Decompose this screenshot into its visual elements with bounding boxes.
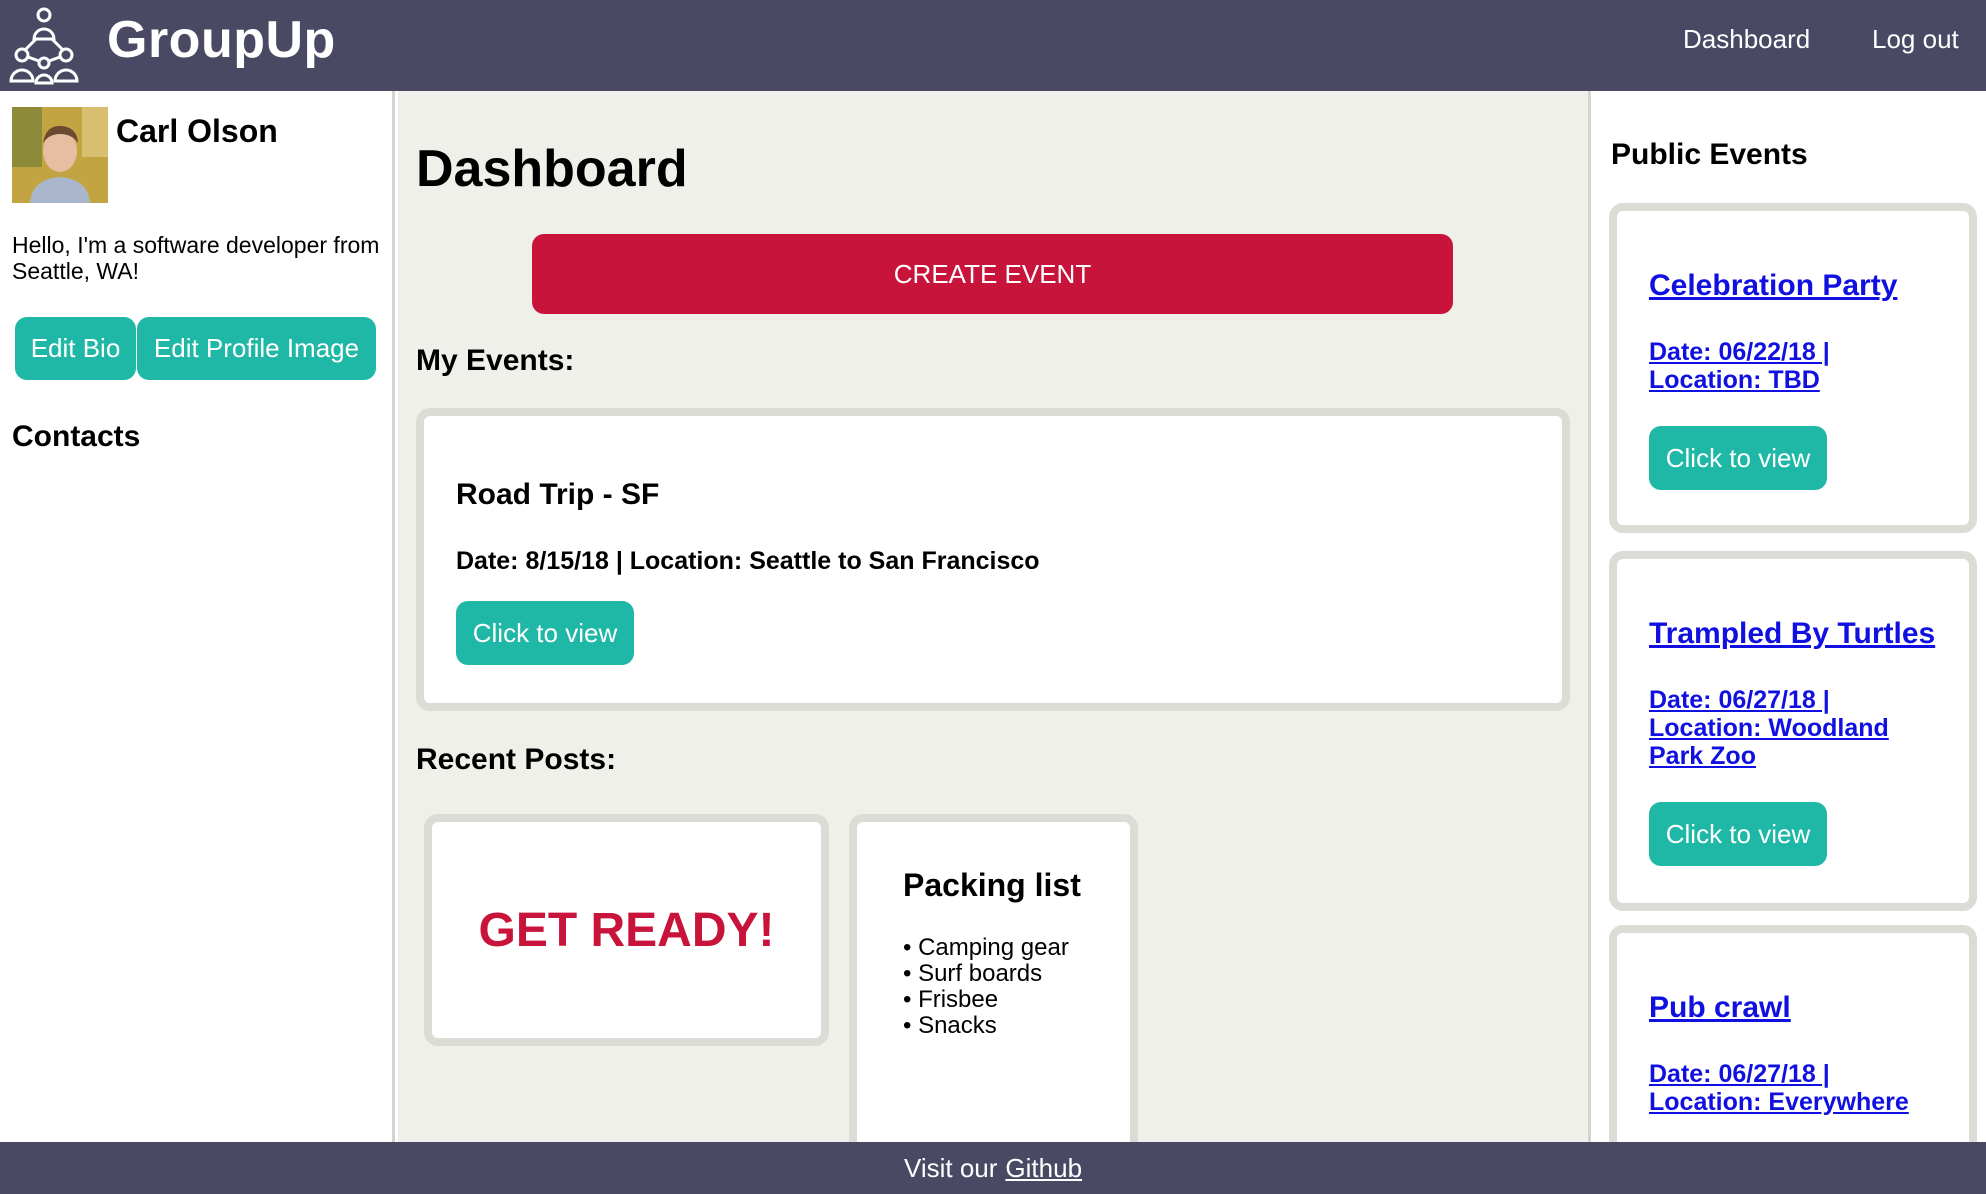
packing-list: • Camping gear • Surf boards • Frisbee •… <box>903 935 1069 1039</box>
footer: Visit our Github <box>0 1142 1986 1194</box>
top-navbar: GroupUp Dashboard Log out <box>0 0 1986 91</box>
dashboard-main: Dashboard CREATE EVENT My Events: Road T… <box>398 91 1588 1194</box>
avatar <box>12 107 108 203</box>
post-card: Packing list • Camping gear • Surf board… <box>849 814 1138 1194</box>
nav-dashboard-link[interactable]: Dashboard <box>1683 24 1810 55</box>
edit-bio-button[interactable]: Edit Bio <box>15 317 136 380</box>
list-item: • Frisbee <box>903 986 999 1013</box>
public-events-heading: Public Events <box>1611 138 1808 171</box>
public-event-meta-link[interactable]: Date: 06/27/18 | Location: Everywhere <box>1649 1060 1949 1116</box>
public-event-view-button[interactable]: Click to view <box>1649 802 1827 866</box>
public-event-title-link[interactable]: Celebration Party <box>1649 269 1897 303</box>
contacts-heading: Contacts <box>12 420 141 453</box>
user-bio: Hello, I'm a software developer from Sea… <box>12 232 380 284</box>
list-item: • Camping gear <box>903 934 1069 961</box>
avatar-image <box>12 107 108 203</box>
edit-profile-image-button[interactable]: Edit Profile Image <box>137 317 376 380</box>
public-event-title-link[interactable]: Trampled By Turtles <box>1649 617 1935 651</box>
public-event-card: Trampled By Turtles Date: 06/27/18 | Loc… <box>1609 551 1977 911</box>
page-title: Dashboard <box>416 140 688 198</box>
public-event-card: Pub crawl Date: 06/27/18 | Location: Eve… <box>1609 925 1977 1142</box>
my-events-heading: My Events: <box>416 344 575 377</box>
brand-name[interactable]: GroupUp <box>107 10 336 70</box>
public-event-meta-link[interactable]: Date: 06/27/18 | Location: Woodland Park… <box>1649 686 1949 770</box>
post-card: GET READY! <box>424 814 829 1046</box>
nav-logout-link[interactable]: Log out <box>1872 24 1959 55</box>
github-link[interactable]: Github <box>1005 1153 1082 1184</box>
event-card: Road Trip - SF Date: 8/15/18 | Location:… <box>416 408 1570 711</box>
event-meta: Date: 8/15/18 | Location: Seattle to San… <box>456 547 1040 575</box>
list-item: • Snacks <box>903 1012 997 1039</box>
public-event-meta-link[interactable]: Date: 06/22/18 | Location: TBD <box>1649 338 1949 394</box>
post-title: Packing list <box>903 867 1081 903</box>
event-view-button[interactable]: Click to view <box>456 601 634 665</box>
user-name: Carl Olson <box>116 113 278 149</box>
post-text: GET READY! <box>478 903 775 957</box>
profile-sidebar: Carl Olson Hello, I'm a software develop… <box>0 91 395 1142</box>
list-item: • Surf boards <box>903 960 1043 987</box>
public-event-card: Celebration Party Date: 06/22/18 | Locat… <box>1609 203 1977 533</box>
recent-posts-heading: Recent Posts: <box>416 743 617 776</box>
public-events-sidebar[interactable]: Public Events Celebration Party Date: 06… <box>1588 91 1986 1142</box>
footer-text: Visit our <box>903 1152 998 1183</box>
public-event-view-button[interactable]: Click to view <box>1649 426 1827 490</box>
event-title: Road Trip - SF <box>456 478 660 511</box>
public-event-title-link[interactable]: Pub crawl <box>1649 991 1791 1025</box>
group-logo-icon[interactable] <box>6 5 82 85</box>
create-event-button[interactable]: CREATE EVENT <box>532 234 1453 314</box>
